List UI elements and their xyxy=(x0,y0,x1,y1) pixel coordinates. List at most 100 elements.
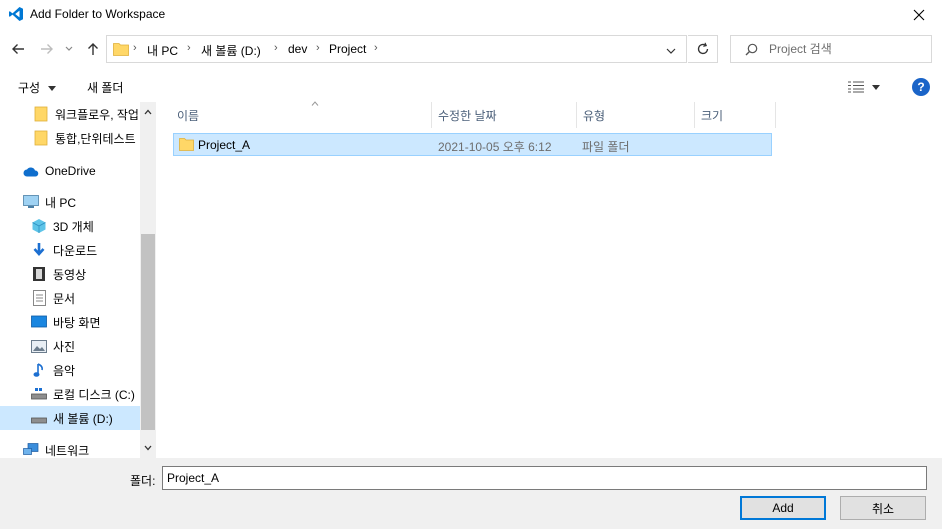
file-list: 이름 수정한 날짜 유형 크기 Project_A 2021-10-05 오후 … xyxy=(157,101,942,458)
help-button[interactable]: ? xyxy=(912,78,930,96)
column-header-size[interactable]: 크기 xyxy=(695,102,776,128)
sidebar-item-label: 음악 xyxy=(53,363,76,378)
folder-icon xyxy=(179,137,194,154)
column-header-type[interactable]: 유형 xyxy=(577,102,695,128)
sidebar-item-network[interactable]: 네트워크 xyxy=(0,438,140,458)
search-input[interactable] xyxy=(769,40,924,58)
refresh-icon xyxy=(697,42,708,55)
sidebar-item-downloads[interactable]: 다운로드 xyxy=(0,238,140,262)
folder-icon xyxy=(33,130,49,146)
computer-icon xyxy=(23,194,39,210)
dialog-footer: 폴더: Add 취소 xyxy=(0,458,942,529)
breadcrumb-separator: › xyxy=(374,42,378,54)
sidebar-item-videos[interactable]: 동영상 xyxy=(0,262,140,286)
vscode-icon xyxy=(8,6,24,22)
sidebar-item-desktop[interactable]: 바탕 화면 xyxy=(0,310,140,334)
sidebar-item-label: 워크플로우, 작업 xyxy=(55,107,139,122)
scroll-up-button[interactable] xyxy=(140,104,156,120)
sidebar-item-label: 새 볼륨 (D:) xyxy=(53,411,113,426)
add-button[interactable]: Add xyxy=(740,496,826,520)
column-header-label: 이름 xyxy=(177,108,200,123)
breadcrumb-drive-d[interactable]: 새 볼륨 (D:) xyxy=(201,42,261,59)
navigation-bar: › 내 PC › 새 볼륨 (D:) › dev › Project › xyxy=(0,32,942,66)
window-title: Add Folder to Workspace xyxy=(30,7,166,21)
sort-ascending-icon xyxy=(311,101,319,106)
scrollbar-thumb[interactable] xyxy=(141,234,155,430)
sidebar-item-label: 동영상 xyxy=(53,267,87,282)
chevron-up-icon xyxy=(144,109,152,115)
sidebar-item-test-folder[interactable]: 통합,단위테스트 xyxy=(0,126,140,150)
row-name: Project_A xyxy=(198,138,251,152)
folder-name-input[interactable] xyxy=(162,466,927,490)
breadcrumb-dev[interactable]: dev xyxy=(288,42,307,56)
breadcrumb-separator: › xyxy=(274,42,278,54)
organize-label: 구성 xyxy=(18,81,41,95)
table-row[interactable]: Project_A 2021-10-05 오후 6:12 파일 폴더 xyxy=(173,133,772,156)
search-icon xyxy=(745,43,758,59)
sidebar-item-local-disk-c[interactable]: 로컬 디스크 (C:) xyxy=(0,382,140,406)
document-icon xyxy=(31,290,47,306)
sidebar-item-label: 다운로드 xyxy=(53,243,98,258)
sidebar-item-documents[interactable]: 문서 xyxy=(0,286,140,310)
arrow-left-icon xyxy=(12,44,24,54)
close-icon xyxy=(913,9,925,21)
sidebar-item-label: 내 PC xyxy=(45,195,77,210)
column-header-name[interactable]: 이름 xyxy=(171,101,432,128)
sidebar-item-label: 네트워크 xyxy=(45,443,90,458)
forward-button[interactable] xyxy=(38,40,56,58)
folder-icon xyxy=(33,106,49,122)
address-bar[interactable]: › 내 PC › 새 볼륨 (D:) › dev › Project › xyxy=(106,35,687,63)
folder-label: 폴더: xyxy=(130,474,156,488)
details-view-icon xyxy=(848,81,864,93)
sidebar-item-label: 사진 xyxy=(53,339,76,354)
cancel-button[interactable]: 취소 xyxy=(840,496,926,520)
help-icon: ? xyxy=(917,80,925,94)
sidebar-item-label: 바탕 화면 xyxy=(53,315,101,330)
new-folder-button[interactable]: 새 폴더 xyxy=(87,79,123,96)
view-options-button[interactable] xyxy=(848,78,888,96)
breadcrumb-separator: › xyxy=(316,42,320,54)
chevron-down-icon xyxy=(144,445,152,451)
arrow-up-icon xyxy=(88,43,98,55)
refresh-button[interactable] xyxy=(688,35,718,63)
column-header-label: 크기 xyxy=(701,108,724,123)
breadcrumb-separator: › xyxy=(187,42,191,54)
picture-icon xyxy=(31,338,47,354)
desktop-icon xyxy=(31,314,47,330)
title-bar: Add Folder to Workspace xyxy=(0,0,942,30)
back-button[interactable] xyxy=(9,40,27,58)
recent-locations-button[interactable] xyxy=(63,40,75,58)
folder-icon xyxy=(113,42,129,59)
arrow-right-icon xyxy=(41,44,53,54)
sidebar-item-music[interactable]: 음악 xyxy=(0,358,140,382)
column-header-label: 유형 xyxy=(583,108,606,123)
organize-button[interactable]: 구성 xyxy=(18,79,57,96)
sidebar-item-3d-objects[interactable]: 3D 개체 xyxy=(0,214,140,238)
scroll-down-button[interactable] xyxy=(140,440,156,456)
sidebar-item-label: 로컬 디스크 (C:) xyxy=(53,387,135,402)
download-icon xyxy=(31,242,47,258)
search-box[interactable] xyxy=(730,35,932,63)
sidebar-item-label: 통합,단위테스트 xyxy=(55,131,136,146)
sidebar-item-volume-d[interactable]: 새 볼륨 (D:) xyxy=(0,406,140,430)
sidebar-item-pictures[interactable]: 사진 xyxy=(0,334,140,358)
address-history-dropdown[interactable] xyxy=(666,44,676,58)
breadcrumb-project[interactable]: Project xyxy=(329,42,366,56)
close-button[interactable] xyxy=(896,0,942,30)
navigation-pane: 워크플로우, 작업 통합,단위테스트 OneDrive 내 PC 3D 개체 다… xyxy=(0,102,156,458)
network-icon xyxy=(23,442,39,458)
sidebar-item-label: OneDrive xyxy=(45,164,96,178)
sidebar-item-onedrive[interactable]: OneDrive xyxy=(0,159,140,183)
sidebar-item-label: 문서 xyxy=(53,291,76,306)
column-header-label: 수정한 날짜 xyxy=(438,108,497,123)
sidebar-item-workflow-folder[interactable]: 워크플로우, 작업 xyxy=(0,102,140,126)
sidebar-item-this-pc[interactable]: 내 PC xyxy=(0,190,140,214)
chevron-down-icon xyxy=(65,46,73,51)
cloud-icon xyxy=(23,163,39,179)
up-button[interactable] xyxy=(84,40,102,58)
command-toolbar: 구성 새 폴더 ? xyxy=(0,72,942,102)
sidebar-scrollbar[interactable] xyxy=(140,102,156,458)
column-header-date[interactable]: 수정한 날짜 xyxy=(432,102,577,128)
chevron-down-icon xyxy=(666,48,676,54)
breadcrumb-this-pc[interactable]: 내 PC xyxy=(147,42,178,59)
